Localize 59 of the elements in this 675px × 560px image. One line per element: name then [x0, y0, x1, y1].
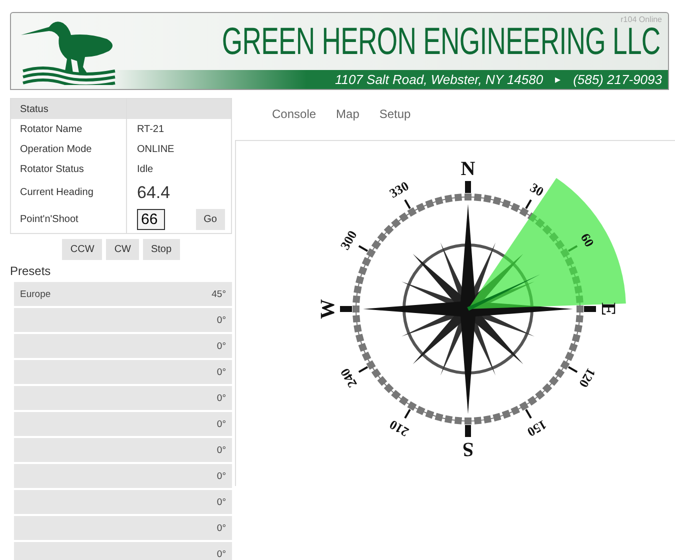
version-label: r104 Online [620, 15, 662, 24]
cardinal-label: N [460, 158, 476, 180]
preset-angle: 0° [216, 444, 226, 456]
preset-item[interactable]: Europe 45° [14, 282, 232, 306]
preset-angle: 0° [216, 340, 226, 352]
status-value: RT-21 [137, 124, 164, 134]
status-heading: Status [11, 99, 127, 119]
cardinal-label: W [317, 299, 339, 319]
degree-label: 210 [386, 417, 412, 440]
preset-angle: 0° [216, 314, 226, 326]
presets-title: Presets [10, 264, 52, 278]
degree-label: 240 [337, 366, 360, 390]
cardinal-label: S [462, 438, 474, 460]
status-value: Idle [137, 164, 154, 174]
degree-label: 330 [386, 178, 412, 201]
preset-item[interactable]: 0° [14, 412, 232, 436]
nav-tab[interactable]: Map [336, 105, 360, 123]
status-label: Operation Mode [11, 139, 127, 159]
nav-tab[interactable]: Setup [379, 105, 411, 123]
status-label: Rotator Name [11, 119, 127, 139]
preset-angle: 0° [216, 470, 226, 482]
address-text: 1107 Salt Road, Webster, NY 14580 [334, 72, 544, 87]
degree-label: 30 [528, 180, 546, 200]
preset-angle: 0° [216, 366, 226, 378]
cardinal-label: E [597, 302, 619, 316]
preset-angle: 45° [212, 288, 226, 300]
preset-item[interactable]: 0° [14, 386, 232, 410]
rotate-button[interactable]: CCW [62, 239, 102, 260]
preset-name: Europe [20, 288, 51, 300]
preset-item[interactable]: 0° [14, 360, 232, 384]
rotate-button[interactable]: CW [106, 239, 139, 260]
preset-item[interactable]: 0° [14, 464, 232, 488]
preset-angle: 0° [216, 522, 226, 534]
preset-item[interactable]: 0° [14, 490, 232, 514]
preset-angle: 0° [216, 418, 226, 430]
degree-label: 120 [576, 366, 599, 390]
go-button[interactable]: Go [196, 209, 225, 230]
preset-item[interactable]: 0° [14, 334, 232, 358]
preset-angle: 0° [216, 392, 226, 404]
rotate-button[interactable]: Stop [142, 239, 180, 260]
status-label: Point'n'Shoot [11, 206, 127, 233]
preset-angle: 0° [216, 496, 226, 508]
preset-item[interactable]: 0° [14, 308, 232, 332]
nav-tab[interactable]: Console [272, 105, 316, 123]
degree-label: 300 [337, 228, 360, 252]
status-label: Current Heading [11, 179, 127, 206]
heading-input[interactable]: 66 [137, 209, 165, 230]
preset-angle: 0° [216, 548, 226, 560]
heading-value: 64.4 [137, 182, 170, 202]
degree-label: 150 [524, 417, 550, 440]
status-label: Rotator Status [11, 159, 127, 179]
degree-label: 60 [578, 230, 598, 250]
separator-arrow: ▸ [555, 73, 562, 86]
preset-item[interactable]: 0° [14, 516, 232, 540]
company-title: GREEN HERON ENGINEERING LLC [222, 21, 660, 63]
status-value: ONLINE [137, 144, 174, 154]
preset-item[interactable]: 0° [14, 542, 232, 560]
phone-text: (585) 217-9093 [573, 72, 662, 87]
preset-item[interactable]: 0° [14, 438, 232, 462]
